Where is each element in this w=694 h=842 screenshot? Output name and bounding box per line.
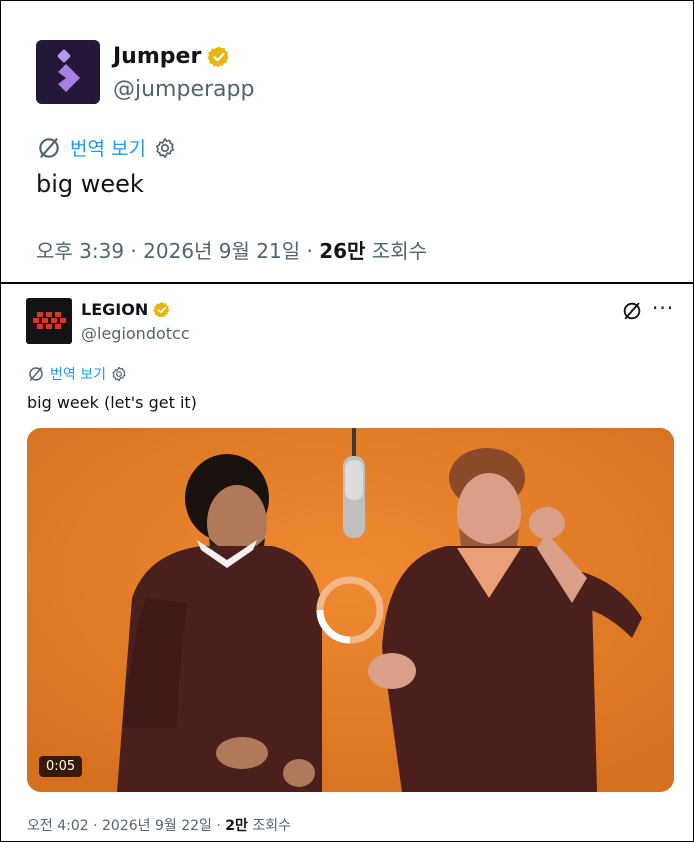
tweet1-author-name: Jumper: [113, 44, 202, 69]
tweet1-handle[interactable]: @jumperapp: [113, 77, 254, 102]
translate-icon: [39, 137, 59, 158]
verified-badge-icon: [153, 301, 170, 318]
video-player[interactable]: 0:05: [27, 428, 674, 792]
gear-icon: [155, 137, 175, 158]
jumper-logo-icon: [36, 40, 100, 104]
tweet1-views-count: 26만: [319, 239, 366, 263]
tweet2-translate-button[interactable]: 번역 보기: [27, 364, 127, 384]
tweet2-timestamp[interactable]: 오전 4:02 · 2026년 9월 22일 ·: [27, 818, 225, 834]
tweet-divider: [0, 282, 694, 284]
tweet2-text: big week (let's get it): [27, 393, 197, 412]
tweet2-views-count: 2만: [225, 818, 248, 834]
more-options-icon[interactable]: ···: [652, 296, 674, 320]
video-frame-image: [27, 428, 674, 792]
tweet1-meta: 오후 3:39 · 2026년 9월 21일 · 26만 조회수: [36, 235, 427, 264]
tweet1-translate-label: 번역 보기: [70, 138, 146, 160]
legion-logo-icon: [26, 298, 72, 344]
video-timestamp: 0:05: [39, 756, 83, 777]
tweet2-views-label: 조회수: [247, 818, 291, 834]
tweet1-text: big week: [36, 170, 144, 198]
tweet2-grok-translate-button[interactable]: [621, 300, 643, 326]
gear-icon: [112, 366, 126, 382]
translate-icon: [29, 367, 43, 381]
tweet2-translate-label: 번역 보기: [50, 367, 106, 383]
tweet2-author-name: LEGION: [81, 300, 149, 319]
tweet1-views-label: 조회수: [365, 239, 427, 263]
tweet1-translate-button[interactable]: 번역 보기: [36, 134, 176, 161]
legion-avatar[interactable]: [26, 298, 72, 344]
tweet2-author[interactable]: LEGION: [81, 300, 171, 319]
tweet2-meta: 오전 4:02 · 2026년 9월 22일 · 2만 조회수: [27, 815, 291, 835]
verified-badge-icon: [207, 46, 230, 67]
tweet1-timestamp[interactable]: 오후 3:39 · 2026년 9월 21일 ·: [36, 239, 319, 263]
jumper-avatar[interactable]: [36, 40, 100, 104]
tweet2-handle[interactable]: @legiondotcc: [81, 324, 190, 343]
translate-icon: [623, 302, 641, 320]
tweet1-author[interactable]: Jumper: [113, 44, 231, 69]
